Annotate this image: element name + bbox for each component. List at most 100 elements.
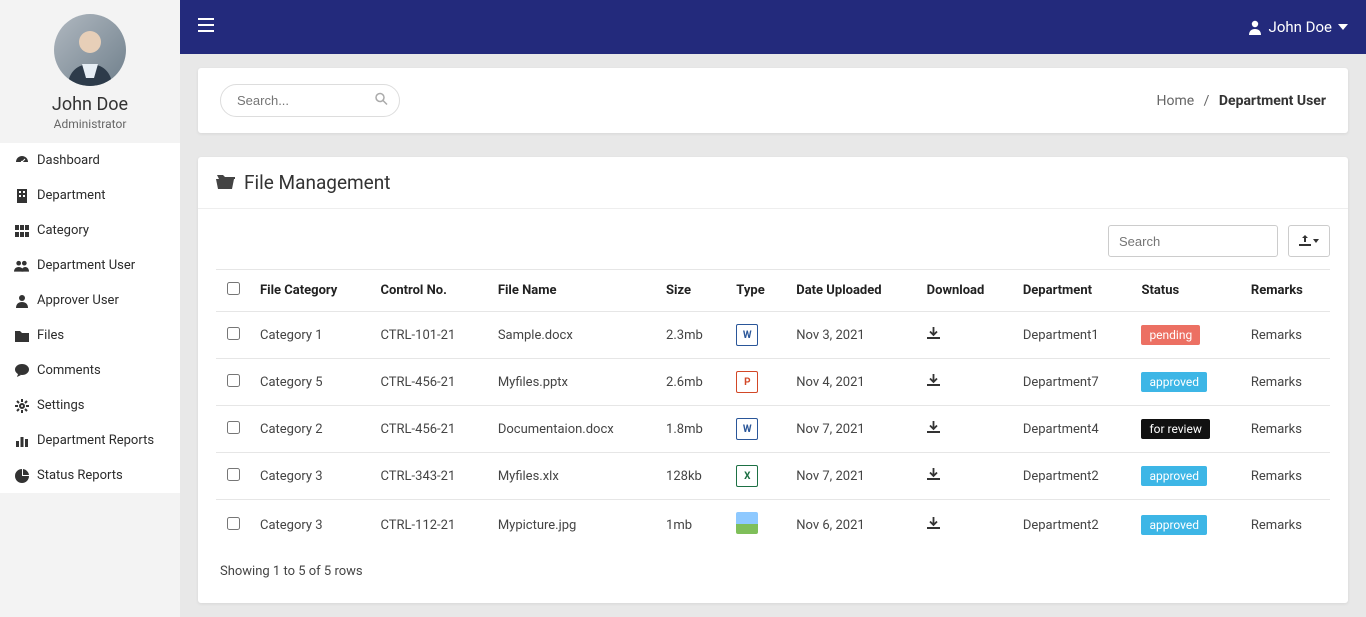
caret-down-icon — [1313, 239, 1319, 243]
nav-label: Department — [37, 188, 106, 203]
filetype-word-icon: W — [736, 418, 758, 440]
profile-role: Administrator — [0, 117, 180, 131]
cell-date: Nov 4, 2021 — [786, 359, 916, 406]
col-file-category[interactable]: File Category — [250, 270, 371, 312]
cell-control: CTRL-456-21 — [371, 359, 488, 406]
menu-toggle-icon[interactable] — [198, 18, 214, 36]
col-remarks[interactable]: Remarks — [1241, 270, 1330, 312]
nav-label: Category — [37, 223, 89, 238]
folder-open-icon — [216, 173, 236, 193]
status-badge: approved — [1141, 515, 1207, 535]
row-checkbox[interactable] — [227, 468, 240, 481]
col-size[interactable]: Size — [656, 270, 726, 312]
file-panel: File Management File CategoryControl No.… — [198, 157, 1348, 603]
cell-type — [726, 500, 786, 551]
cell-date: Nov 3, 2021 — [786, 312, 916, 359]
search-icon[interactable] — [375, 92, 388, 109]
col-status[interactable]: Status — [1131, 270, 1240, 312]
nav-files[interactable]: Files — [0, 318, 180, 353]
table-row: Category 3CTRL-112-21Mypicture.jpg1mbNov… — [216, 500, 1330, 551]
row-checkbox[interactable] — [227, 421, 240, 434]
comment-icon — [14, 363, 29, 378]
filetype-ppt-icon: P — [736, 371, 758, 393]
table-row: Category 3CTRL-343-21Myfiles.xlx128kbXNo… — [216, 453, 1330, 500]
download-icon[interactable] — [927, 423, 940, 438]
nav-department[interactable]: Department — [0, 178, 180, 213]
cell-department: Department4 — [1013, 406, 1132, 453]
cell-category: Category 2 — [250, 406, 371, 453]
nav-label: Approver User — [37, 293, 119, 308]
table-row: Category 2CTRL-456-21Documentaion.docx1.… — [216, 406, 1330, 453]
cell-remarks: Remarks — [1241, 453, 1330, 500]
cell-size: 1.8mb — [656, 406, 726, 453]
breadcrumb-sep: / — [1204, 93, 1210, 109]
cog-icon — [14, 398, 29, 413]
cell-filename: Mypicture.jpg — [488, 500, 656, 551]
table-search-input[interactable] — [1108, 225, 1278, 257]
cell-department: Department7 — [1013, 359, 1132, 406]
cell-department: Department2 — [1013, 500, 1132, 551]
col-control-no-[interactable]: Control No. — [371, 270, 488, 312]
row-checkbox[interactable] — [227, 374, 240, 387]
cell-category: Category 1 — [250, 312, 371, 359]
col-department[interactable]: Department — [1013, 270, 1132, 312]
col-download[interactable]: Download — [917, 270, 1013, 312]
search-input[interactable] — [220, 84, 400, 117]
download-icon[interactable] — [927, 376, 940, 391]
cell-control: CTRL-343-21 — [371, 453, 488, 500]
cell-control: CTRL-101-21 — [371, 312, 488, 359]
chart-pie-icon — [14, 468, 29, 483]
cell-remarks: Remarks — [1241, 312, 1330, 359]
nav-department-reports[interactable]: Department Reports — [0, 423, 180, 458]
profile: John Doe Administrator — [0, 0, 180, 143]
download-icon[interactable] — [927, 519, 940, 534]
tachometer-icon — [14, 153, 29, 168]
cell-category: Category 5 — [250, 359, 371, 406]
cell-type: X — [726, 453, 786, 500]
sidebar: John Doe Administrator Dashboard Departme… — [0, 0, 180, 617]
row-checkbox[interactable] — [227, 517, 240, 530]
cell-type: W — [726, 312, 786, 359]
table-footer: Showing 1 to 5 of 5 rows — [216, 550, 1330, 579]
export-button[interactable] — [1288, 225, 1330, 257]
cell-size: 2.3mb — [656, 312, 726, 359]
profile-name: John Doe — [0, 94, 180, 115]
nav-status-reports[interactable]: Status Reports — [0, 458, 180, 493]
nav-settings[interactable]: Settings — [0, 388, 180, 423]
nav-approver-user[interactable]: Approver User — [0, 283, 180, 318]
download-icon[interactable] — [927, 329, 940, 344]
cell-size: 2.6mb — [656, 359, 726, 406]
nav-comments[interactable]: Comments — [0, 353, 180, 388]
col-date-uploaded[interactable]: Date Uploaded — [786, 270, 916, 312]
nav-label: Department User — [37, 258, 135, 273]
col-file-name[interactable]: File Name — [488, 270, 656, 312]
user-menu[interactable]: John Doe — [1247, 18, 1348, 36]
panel-title: File Management — [244, 171, 390, 194]
file-table: File CategoryControl No.File NameSizeTyp… — [216, 269, 1330, 550]
cell-category: Category 3 — [250, 500, 371, 551]
cell-date: Nov 7, 2021 — [786, 453, 916, 500]
breadcrumb-home[interactable]: Home — [1156, 93, 1194, 109]
cell-size: 128kb — [656, 453, 726, 500]
users-icon — [14, 258, 29, 273]
user-icon — [1247, 19, 1263, 35]
breadcrumb-current: Department User — [1219, 93, 1326, 109]
col-type[interactable]: Type — [726, 270, 786, 312]
cell-filename: Myfiles.pptx — [488, 359, 656, 406]
nav-category[interactable]: Category — [0, 213, 180, 248]
user-name: John Doe — [1269, 18, 1332, 36]
nav-dashboard[interactable]: Dashboard — [0, 143, 180, 178]
row-checkbox[interactable] — [227, 327, 240, 340]
select-all-checkbox[interactable] — [227, 282, 240, 295]
download-icon[interactable] — [927, 470, 940, 485]
cell-remarks: Remarks — [1241, 359, 1330, 406]
nav-department-user[interactable]: Department User — [0, 248, 180, 283]
status-badge: for review — [1141, 419, 1209, 439]
cell-department: Department1 — [1013, 312, 1132, 359]
building-icon — [14, 188, 29, 203]
cell-filename: Myfiles.xlx — [488, 453, 656, 500]
nav-label: Status Reports — [37, 468, 123, 483]
filetype-img-icon — [736, 512, 758, 534]
status-badge: pending — [1141, 325, 1200, 345]
nav: Dashboard Department Category Department Us… — [0, 143, 180, 493]
